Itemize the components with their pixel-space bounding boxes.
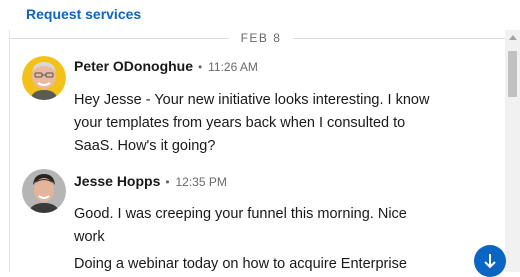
scroll-thumb[interactable] <box>508 51 517 97</box>
divider-line <box>10 38 229 39</box>
request-services-link[interactable]: Request services <box>26 6 141 22</box>
divider-line <box>293 38 505 39</box>
scroll-to-bottom-button[interactable] <box>474 245 506 277</box>
message-body: Good. I was creeping your funnel this mo… <box>74 206 407 245</box>
message-body: Hey Jesse - Your new initiative looks in… <box>74 92 430 154</box>
message-thread: FEB 8 Peter ODonoghue • 11:26 AM Hey Jess… <box>9 30 505 272</box>
message-timestamp: 12:35 PM <box>175 175 227 189</box>
message-timestamp: 11:26 AM <box>208 60 258 74</box>
sender-name[interactable]: Jesse Hopps • 12:35 PM <box>74 173 227 189</box>
scroll-up-icon[interactable] <box>509 35 517 40</box>
message-item: Jesse Hopps • 12:35 PM Good. I was creepi… <box>10 169 505 272</box>
scrollbar[interactable] <box>505 30 520 272</box>
sender-name[interactable]: Peter ODonoghue • 11:26 AM <box>74 58 258 74</box>
date-label: FEB 8 <box>240 31 282 45</box>
message-body: Doing a webinar today on how to acquire … <box>74 256 407 272</box>
top-bar: Request services <box>0 0 520 30</box>
arrow-down-icon <box>484 254 496 269</box>
avatar-peter[interactable] <box>22 56 66 100</box>
message-item: Peter ODonoghue • 11:26 AM Hey Jesse - Yo… <box>10 54 505 164</box>
date-divider: FEB 8 <box>10 30 505 48</box>
avatar-jesse[interactable] <box>22 169 66 213</box>
